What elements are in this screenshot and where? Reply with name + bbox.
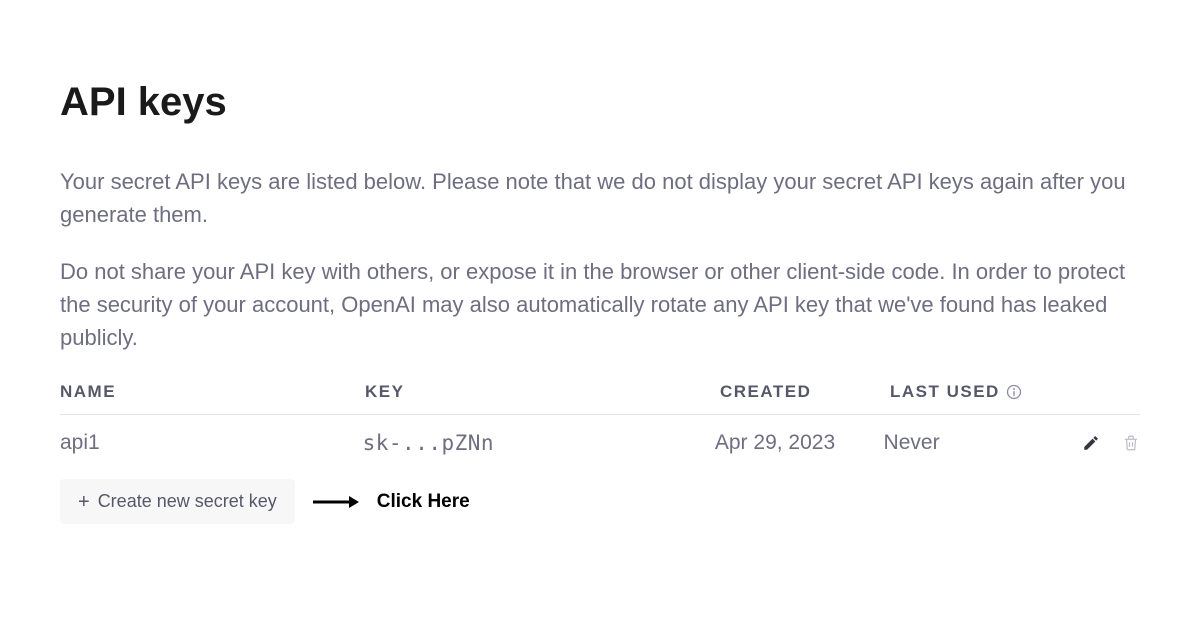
cell-created: Apr 29, 2023: [715, 431, 884, 455]
page-title: API keys: [60, 80, 1140, 125]
api-keys-table: NAME KEY CREATED LAST USED api1 sk-...pZ…: [60, 382, 1140, 469]
column-header-last-used-text: LAST USED: [890, 382, 1000, 402]
table-row: api1 sk-...pZNn Apr 29, 2023 Never: [60, 415, 1140, 469]
description-paragraph-1: Your secret API keys are listed below. P…: [60, 165, 1140, 231]
cell-last-used: Never: [884, 431, 1082, 455]
column-header-created: CREATED: [720, 382, 890, 402]
info-icon[interactable]: [1006, 384, 1022, 400]
column-header-name: NAME: [60, 382, 365, 402]
create-button-label: Create new secret key: [98, 491, 277, 512]
edit-icon[interactable]: [1082, 434, 1100, 452]
column-header-key: KEY: [365, 382, 720, 402]
cell-key: sk-...pZNn: [363, 431, 715, 455]
description-paragraph-2: Do not share your API key with others, o…: [60, 255, 1140, 354]
table-header: NAME KEY CREATED LAST USED: [60, 382, 1140, 415]
delete-icon[interactable]: [1122, 434, 1140, 452]
plus-icon: +: [78, 492, 90, 512]
create-new-secret-key-button[interactable]: + Create new secret key: [60, 479, 295, 524]
column-header-last-used: LAST USED: [890, 382, 1090, 402]
create-key-row: + Create new secret key Click Here: [60, 479, 1140, 524]
click-here-annotation: Click Here: [377, 491, 470, 513]
cell-name: api1: [60, 431, 363, 455]
arrow-right-icon: [313, 495, 359, 509]
